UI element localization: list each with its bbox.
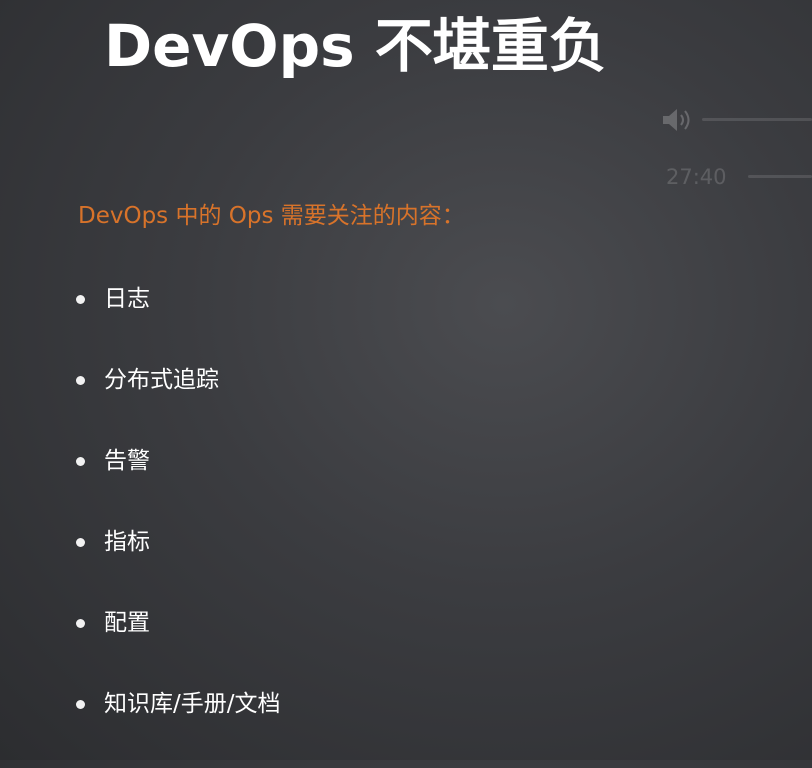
list-item: 指标 [76,525,281,559]
list-item: 分布式追踪 [76,363,281,397]
bullet-text: 知识库/手册/文档 [104,691,281,717]
bullet-icon [76,618,85,628]
list-item: 日志 [76,282,281,316]
bullet-text: 分布式追踪 [104,367,219,393]
bullet-icon [76,294,85,304]
slide-title: DevOps 不堪重负 [104,12,607,80]
slide: DevOps 不堪重负 DevOps 中的 Ops 需要关注的内容： 日志 分布… [0,0,812,760]
bullet-text: 配置 [104,610,150,636]
bullet-icon [76,456,85,466]
slide-subtitle: DevOps 中的 Ops 需要关注的内容： [78,203,465,229]
bullet-text: 日志 [104,286,150,312]
list-item: 告警 [76,444,281,478]
bullet-icon [76,699,85,709]
bullet-icon [76,375,85,385]
list-item: 配置 [76,606,281,640]
bullet-text: 告警 [104,448,150,474]
bullet-text: 指标 [104,529,150,555]
bullet-list: 日志 分布式追踪 告警 指标 配置 知识库/手册/文档 [76,282,281,768]
list-item: 知识库/手册/文档 [76,687,281,721]
bullet-icon [76,537,85,547]
